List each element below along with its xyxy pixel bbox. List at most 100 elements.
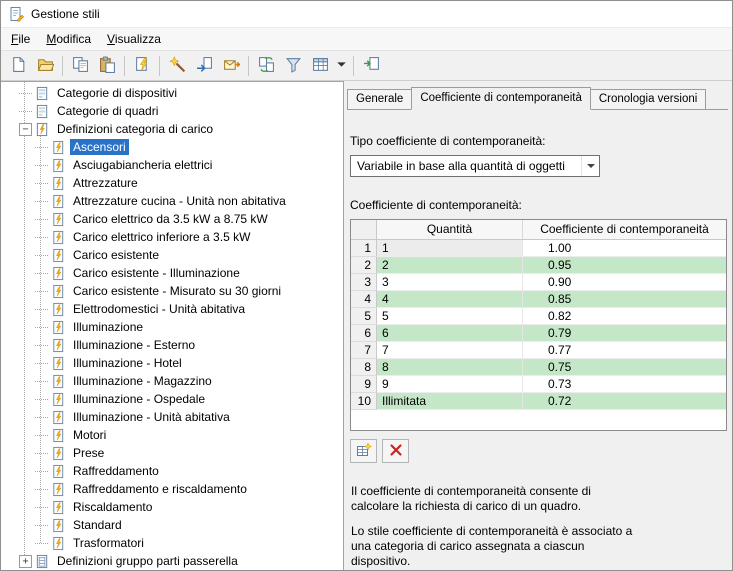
tree-item-label: Illuminazione - Hotel <box>73 356 182 370</box>
tree-connector <box>35 488 48 490</box>
table-row: 4 4 0.85 <box>351 291 726 308</box>
quantity-cell[interactable]: Illimitata <box>377 393 523 410</box>
view-options-button[interactable] <box>334 53 349 78</box>
coefficient-cell[interactable]: 0.77 <box>523 342 726 359</box>
quantity-cell[interactable]: 7 <box>377 342 523 359</box>
quantity-cell[interactable]: 1 <box>377 240 523 257</box>
add-row-button[interactable] <box>350 439 377 463</box>
toolbar-separator <box>62 55 63 76</box>
tree-item[interactable]: Carico elettrico inferiore a 3.5 kW <box>1 228 343 246</box>
quantity-cell[interactable]: 5 <box>377 308 523 325</box>
tree-item-label: Raffreddamento <box>73 464 159 478</box>
coefficient-cell[interactable]: 0.72 <box>523 393 726 410</box>
menu-file[interactable]: File <box>3 28 38 50</box>
quantity-cell[interactable]: 2 <box>377 257 523 274</box>
coefficient-cell[interactable]: 0.95 <box>523 257 726 274</box>
tree-item[interactable]: Carico esistente - Misurato su 30 giorni <box>1 282 343 300</box>
tree-item[interactable]: Illuminazione - Esterno <box>1 336 343 354</box>
purge-styles-button[interactable] <box>129 53 155 78</box>
open-drawing-button[interactable] <box>32 53 58 78</box>
tab-strip: Generale Coefficiente di contemporaneità C… <box>347 87 728 110</box>
type-combobox[interactable]: Variabile in base alla quantità di ogget… <box>350 155 600 177</box>
toggle-view-button[interactable] <box>307 53 333 78</box>
tree-item[interactable]: Carico esistente - Illuminazione <box>1 264 343 282</box>
tree-item[interactable]: Illuminazione <box>1 318 343 336</box>
tree-connector <box>35 434 48 436</box>
tree-item-label: Attrezzature cucina - Unità non abitativ… <box>73 194 286 208</box>
tree-connector <box>35 218 48 220</box>
tree-item[interactable]: Motori <box>1 426 343 444</box>
tree-item[interactable]: Raffreddamento <box>1 462 343 480</box>
coefficient-cell[interactable]: 0.79 <box>523 325 726 342</box>
row-number: 9 <box>351 376 377 393</box>
filter-style-type-button[interactable] <box>280 53 306 78</box>
send-styles-button[interactable] <box>218 53 244 78</box>
delete-row-button[interactable] <box>382 439 409 463</box>
row-number: 3 <box>351 274 377 291</box>
chevron-down-icon[interactable] <box>581 156 599 176</box>
quantity-cell[interactable]: 9 <box>377 376 523 393</box>
tree-item[interactable]: Prese <box>1 444 343 462</box>
table-toolbar <box>350 439 728 463</box>
tree-item[interactable]: − Definizioni categoria di carico <box>1 120 343 138</box>
quantity-cell[interactable]: 4 <box>377 291 523 308</box>
expand-icon[interactable]: + <box>19 554 32 568</box>
coefficient-cell[interactable]: 0.73 <box>523 376 726 393</box>
tree-item-label: Illuminazione - Ospedale <box>73 392 206 406</box>
tree-item[interactable]: Ascensori <box>1 138 343 156</box>
toolbar-separator <box>248 55 249 76</box>
tree-item[interactable]: Attrezzature cucina - Unità non abitativ… <box>1 192 343 210</box>
send-icon <box>223 56 240 76</box>
synchronize-styles-button[interactable] <box>253 53 279 78</box>
new-style-icon <box>168 55 186 76</box>
tree-item[interactable]: Asciugabiancheria elettrici <box>1 156 343 174</box>
tree-item[interactable]: Illuminazione - Magazzino <box>1 372 343 390</box>
quantity-cell[interactable]: 6 <box>377 325 523 342</box>
set-from-button[interactable] <box>191 53 217 78</box>
tree-item-label: Categorie di dispositivi <box>57 86 178 100</box>
tab-coefficiente[interactable]: Coefficiente di contemporaneità <box>411 87 591 110</box>
quantity-cell[interactable]: 3 <box>377 274 523 291</box>
menu-visualizza[interactable]: Visualizza <box>99 28 169 50</box>
style-icon <box>51 248 66 263</box>
tree-item-label: Elettrodomestici - Unità abitativa <box>73 302 246 316</box>
paste-button[interactable] <box>94 53 120 78</box>
tree-item[interactable]: Elettrodomestici - Unità abitativa <box>1 300 343 318</box>
tree-item[interactable]: Categorie di quadri <box>1 102 343 120</box>
style-icon <box>51 212 66 227</box>
coefficient-cell[interactable]: 0.85 <box>523 291 726 308</box>
coefficient-cell[interactable]: 0.90 <box>523 274 726 291</box>
toolbar-separator <box>124 55 125 76</box>
tree-item[interactable]: Trasformatori <box>1 534 343 552</box>
new-style-button[interactable] <box>164 53 190 78</box>
tree-item[interactable]: Carico elettrico da 3.5 kW a 8.75 kW <box>1 210 343 228</box>
tree-connector <box>35 398 48 400</box>
tree-item-label: Trasformatori <box>73 536 144 550</box>
tree-item[interactable]: Attrezzature <box>1 174 343 192</box>
open-folder-icon <box>37 56 54 76</box>
tab-cronologia[interactable]: Cronologia versioni <box>589 89 707 110</box>
coefficient-cell[interactable]: 1.00 <box>523 240 726 257</box>
tree-item[interactable]: Standard <box>1 516 343 534</box>
coefficient-cell[interactable]: 0.82 <box>523 308 726 325</box>
table-row: 6 6 0.79 <box>351 325 726 342</box>
menu-modifica[interactable]: Modifica <box>38 28 99 50</box>
tree-item[interactable]: Illuminazione - Ospedale <box>1 390 343 408</box>
tree-connector <box>35 380 48 382</box>
tree-item[interactable]: Categorie di dispositivi <box>1 84 343 102</box>
copy-button[interactable] <box>67 53 93 78</box>
quantity-cell[interactable]: 8 <box>377 359 523 376</box>
tree-item[interactable]: Raffreddamento e riscaldamento <box>1 480 343 498</box>
toolbar-separator <box>159 55 160 76</box>
tab-generale[interactable]: Generale <box>347 89 413 110</box>
tree-item[interactable]: Illuminazione - Unità abitativa <box>1 408 343 426</box>
tree-item[interactable]: Illuminazione - Hotel <box>1 354 343 372</box>
tree-item[interactable]: Carico esistente <box>1 246 343 264</box>
collapse-icon[interactable]: − <box>19 122 32 136</box>
tree-item[interactable]: Riscaldamento <box>1 498 343 516</box>
tree-item-label: Asciugabiancheria elettrici <box>73 158 213 172</box>
coefficient-cell[interactable]: 0.75 <box>523 359 726 376</box>
tree-item[interactable]: + Definizioni gruppo parti passerella <box>1 552 343 570</box>
new-drawing-button[interactable] <box>5 53 31 78</box>
inline-edit-button[interactable] <box>358 53 384 78</box>
